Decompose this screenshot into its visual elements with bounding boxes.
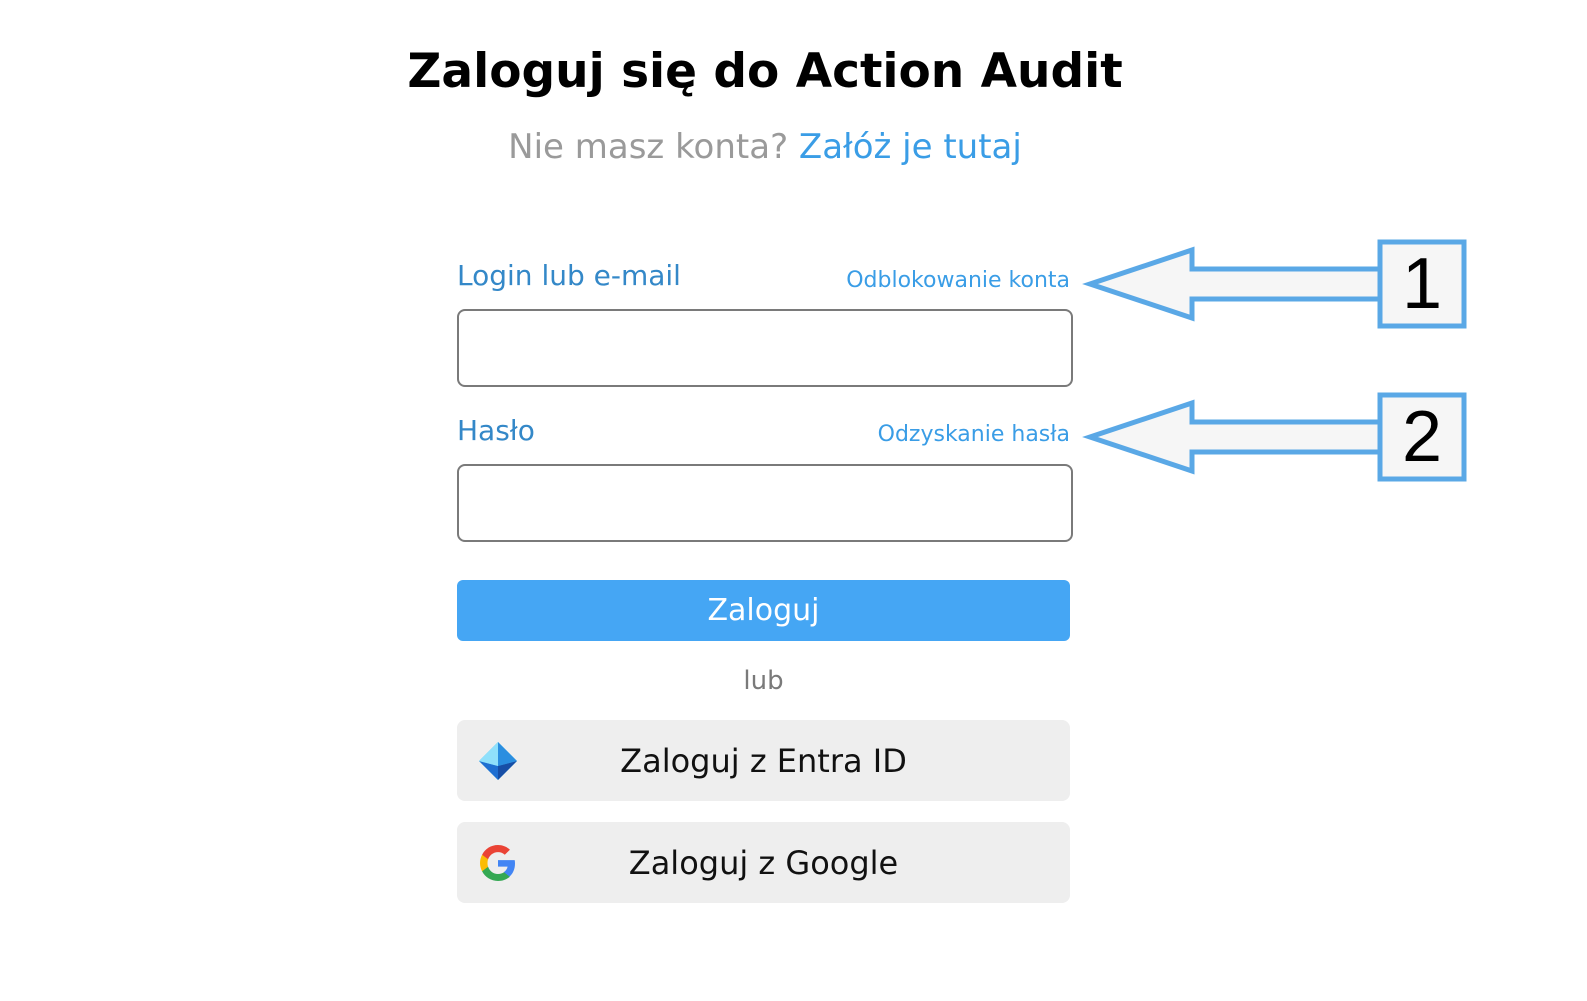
callout-arrow-2: 2	[1080, 392, 1472, 488]
callout-arrow-1: 1	[1080, 239, 1472, 335]
signup-prompt-text: Nie masz konta?	[508, 127, 789, 167]
login-label: Login lub e-mail	[457, 259, 681, 292]
callout-number-2: 2	[1401, 397, 1443, 477]
callout-number-1: 1	[1401, 244, 1443, 324]
signup-link[interactable]: Załóż je tutaj	[799, 127, 1022, 167]
entra-id-login-button[interactable]: Zaloguj z Entra ID	[457, 720, 1070, 801]
google-login-button[interactable]: Zaloguj z Google	[457, 822, 1070, 903]
or-divider-text: lub	[743, 666, 784, 696]
entra-id-login-label: Zaloguj z Entra ID	[620, 741, 907, 780]
google-login-label: Zaloguj z Google	[628, 843, 899, 882]
login-button[interactable]: Zaloguj	[457, 580, 1070, 641]
login-input[interactable]	[457, 309, 1073, 387]
password-input[interactable]	[457, 464, 1073, 542]
signup-prompt: Nie masz konta? Załóż je tutaj	[0, 127, 1530, 167]
password-label: Hasło	[457, 414, 535, 447]
page-title: Zaloguj się do Action Audit	[407, 44, 1123, 99]
unlock-account-link[interactable]: Odblokowanie konta	[846, 268, 1070, 293]
recover-password-link[interactable]: Odzyskanie hasła	[878, 422, 1070, 447]
